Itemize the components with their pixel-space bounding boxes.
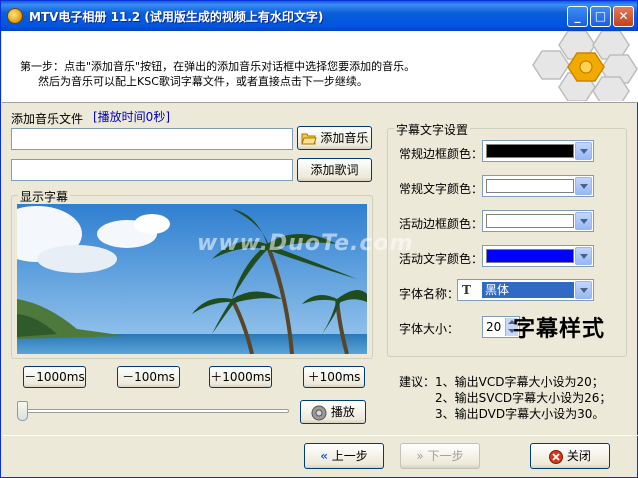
previous-step-label: 上一步	[331, 449, 368, 463]
normal-text-color-swatch	[486, 179, 574, 193]
lyrics-file-input[interactable]	[11, 159, 293, 181]
seek-minus-1000ms-button[interactable]: －1000ms	[23, 366, 86, 388]
active-text-color-label: 活动文字颜色：	[399, 252, 484, 266]
title-bar[interactable]: MTV电子相册 11.2 (试用版生成的视频上有水印文字) _ □ ✕	[1, 1, 637, 31]
tip-item: 2、输出SVCD字幕大小设为26；	[435, 391, 612, 405]
active-border-color-label: 活动边框颜色：	[399, 217, 484, 231]
output-tips: 建议：1、输出VCD字幕大小设为20； 2、输出SVCD字幕大小设为26； 3、…	[399, 374, 611, 422]
close-icon	[549, 449, 564, 464]
play-button[interactable]: 播放	[300, 400, 366, 424]
folder-open-icon	[300, 133, 317, 144]
step-line-2: 然后为音乐可以配上KSC歌词字幕文件，或者直接点击下一步继续。	[38, 75, 368, 88]
normal-border-color-select[interactable]	[482, 140, 594, 162]
speaker-icon	[311, 405, 327, 420]
hexagon-logo-icon	[532, 31, 638, 101]
playback-slider-thumb[interactable]	[17, 401, 28, 421]
playback-slider-track[interactable]	[17, 409, 289, 413]
font-name-value: 黑体	[482, 282, 574, 298]
double-chevron-left-icon: «	[320, 449, 328, 463]
previous-step-button[interactable]: « 上一步	[304, 443, 384, 469]
normal-text-color-select[interactable]	[482, 175, 594, 197]
seek-minus-100ms-button[interactable]: －100ms	[117, 366, 180, 388]
double-chevron-right-icon: »	[416, 449, 424, 463]
active-text-color-select[interactable]	[482, 245, 594, 267]
tips-prefix: 建议：	[399, 375, 436, 389]
font-size-label: 字体大小：	[399, 322, 460, 336]
wizard-header: 第一步：点击"添加音乐"按钮，在弹出的添加音乐对话框中选择您要添加的音乐。 然后…	[2, 31, 638, 103]
seek-plus-100ms-button[interactable]: ＋100ms	[303, 366, 365, 388]
close-label: 关闭	[566, 449, 591, 463]
close-button[interactable]: 关闭	[530, 443, 610, 469]
normal-border-color-label: 常规边框颜色：	[399, 147, 484, 161]
app-window: MTV电子相册 11.2 (试用版生成的视频上有水印文字) _ □ ✕ 第一步：…	[0, 0, 638, 478]
add-music-button[interactable]: 添加音乐	[297, 126, 372, 150]
tip-item: 1、输出VCD字幕大小设为20；	[435, 375, 604, 389]
chevron-down-icon[interactable]	[575, 247, 592, 265]
active-text-color-swatch	[486, 249, 574, 263]
music-file-input[interactable]	[11, 128, 293, 150]
preview-image	[17, 204, 367, 354]
chevron-down-icon[interactable]	[575, 177, 592, 195]
seek-plus-1000ms-button[interactable]: ＋1000ms	[209, 366, 272, 388]
tip-item: 3、输出DVD字幕大小设为30。	[435, 407, 605, 421]
play-label: 播放	[330, 405, 355, 419]
chevron-down-icon[interactable]	[575, 142, 592, 160]
window-title: MTV电子相册 11.2 (试用版生成的视频上有水印文字)	[29, 10, 324, 24]
chevron-down-icon[interactable]	[575, 281, 592, 299]
step-instructions: 第一步：点击"添加音乐"按钮，在弹出的添加音乐对话框中选择您要添加的音乐。 然后…	[20, 59, 415, 89]
chevron-down-icon[interactable]	[575, 212, 592, 230]
play-duration: [播放时间0秒]	[93, 110, 170, 124]
add-music-label: 添加音乐	[320, 131, 369, 145]
subtitle-style-sample: 字幕样式	[513, 317, 606, 342]
maximize-button[interactable]: □	[590, 6, 611, 27]
normal-text-color-label: 常规文字颜色：	[399, 182, 484, 196]
app-icon	[7, 8, 23, 24]
next-step-label: 下一步	[427, 449, 464, 463]
active-border-color-swatch	[486, 214, 574, 228]
subtitle-settings-title: 字幕文字设置	[394, 121, 471, 138]
minimize-button[interactable]: _	[567, 6, 588, 27]
footer-divider	[2, 435, 638, 436]
add-lyrics-button[interactable]: 添加歌词	[297, 158, 372, 182]
step-line-1: 第一步：点击"添加音乐"按钮，在弹出的添加音乐对话框中选择您要添加的音乐。	[20, 60, 416, 73]
font-size-value: 20	[486, 320, 502, 334]
normal-border-color-swatch	[486, 144, 574, 158]
active-border-color-select[interactable]	[482, 210, 594, 232]
font-name-label: 字体名称：	[399, 287, 460, 301]
watermark-text: www.DuoTe.com	[197, 231, 414, 256]
font-name-select[interactable]: T 黑体	[457, 279, 594, 301]
truetype-font-icon: T	[462, 283, 471, 297]
close-window-button[interactable]: ✕	[613, 6, 634, 27]
next-step-button[interactable]: » 下一步	[400, 443, 480, 469]
preview-group-title: 显示字幕	[18, 188, 71, 205]
add-music-file-label: 添加音乐文件	[11, 112, 84, 126]
